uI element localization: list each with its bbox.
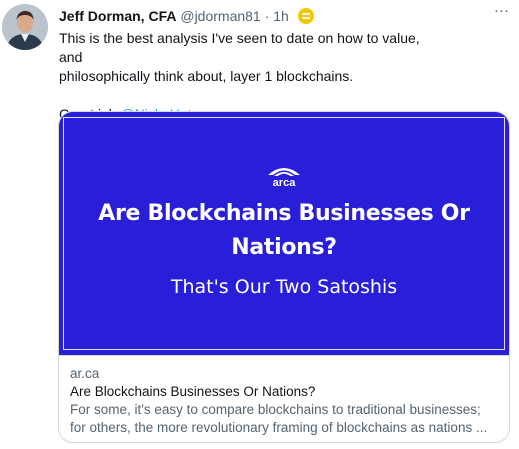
more-options-icon[interactable]: … [491,0,513,18]
card-headline-line: Are Blockchains Businesses Or [98,201,470,226]
tweet-text-line: philosophically think about, layer 1 blo… [59,68,354,84]
author-handle[interactable]: @jdorman81 [180,8,260,24]
card-domain: ar.ca [70,366,100,381]
card-image[interactable]: arca Are Blockchains Businesses Or Natio… [59,112,509,355]
link-card[interactable]: arca Are Blockchains Businesses Or Natio… [58,111,510,443]
tweet-header: Jeff Dorman, CFA @jdorman81 · 1h [59,7,479,25]
card-description-line: for others, the more revolutionary frami… [70,420,488,435]
avatar-photo [2,4,48,50]
card-headline-line: Nations? [231,235,337,260]
card-subheadline: That's Our Two Satoshis [170,276,398,298]
timestamp[interactable]: 1h [273,8,289,24]
logo-text: arca [272,177,296,189]
author-name[interactable]: Jeff Dorman, CFA [59,8,176,24]
card-title: Are Blockchains Businesses Or Nations? [70,384,316,399]
avatar[interactable] [2,4,48,50]
card-description-line: For some, it's easy to compare blockchai… [70,402,481,417]
badge-icon [297,8,314,24]
card-meta[interactable]: ar.ca Are Blockchains Businesses Or Nati… [59,355,509,442]
separator: · [264,8,270,24]
tweet-text-line: This is the best analysis I've seen to d… [59,30,420,65]
card-headline: Are Blockchains Businesses Or Nations? [59,197,509,265]
tweet-text: This is the best analysis I've seen to d… [59,29,439,124]
